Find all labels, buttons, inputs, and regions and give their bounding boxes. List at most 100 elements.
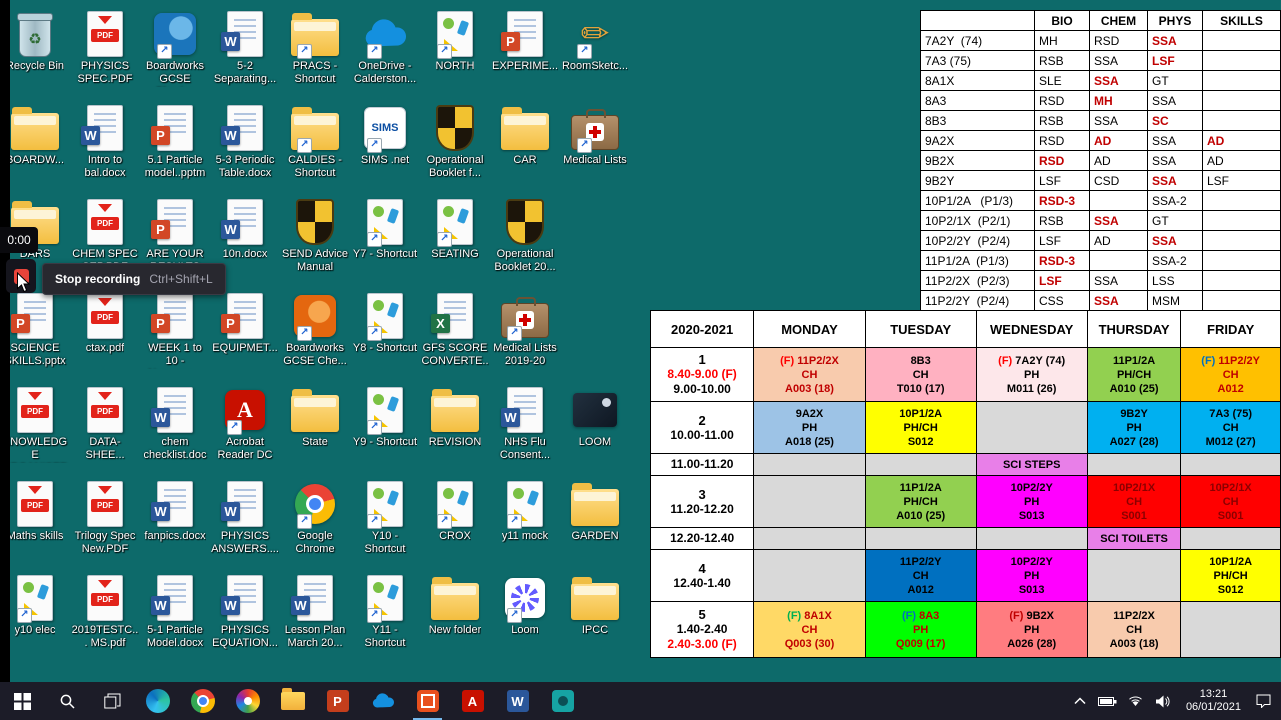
desktop-icon-y9-shortcut[interactable]: ↗ Y9 - Shortcut	[350, 384, 420, 478]
allocation-row-10p1-2a-p1-3: 10P1/2A (P1/3) RSD-3 SSA-2	[920, 190, 1281, 211]
desktop-icon-pracs-shortcut[interactable]: ↗ PRACS - Shortcut	[280, 8, 350, 102]
desktop-icon-label: REVISION	[428, 436, 482, 448]
desktop-icon-revision[interactable]: REVISION	[420, 384, 490, 478]
desktop-icon-state[interactable]: State	[280, 384, 350, 478]
taskbar-clock[interactable]: 13:21 06/01/2021	[1180, 688, 1247, 714]
notebook-icon: ↗	[11, 574, 59, 623]
desktop-icon-y11-mock[interactable]: ↗ y11 mock	[490, 478, 560, 572]
desktop-icon-y7-shortcut[interactable]: ↗ Y7 - Shortcut	[350, 196, 420, 290]
desktop-icon-chem-checklist-docx[interactable]: Wchem checklist.docx	[140, 384, 210, 478]
desktop-icon-boardw[interactable]: BOARDW...	[0, 102, 70, 196]
desktop-icon-medical-lists[interactable]: ↗ Medical Lists	[560, 102, 630, 196]
desktop-icon-y10-shortcut[interactable]: ↗ Y10 - Shortcut	[350, 478, 420, 572]
desktop-icon-data-shee[interactable]: PDF DATA-SHEE...	[70, 384, 140, 478]
desktop-icon-ipcc[interactable]: IPCC	[560, 572, 630, 666]
desktop-icon-2019testc-ms-pdf[interactable]: PDF 2019TESTC... MS.pdf	[70, 572, 140, 666]
desktop-icon-crox[interactable]: ↗ CROX	[420, 478, 490, 572]
desktop-icon-intro-to-bal-docx[interactable]: W Intro to bal.docx	[70, 102, 140, 196]
desktop-icon-y11-shortcut[interactable]: ↗ Y11 - Shortcut	[350, 572, 420, 666]
desktop-icon-roomsketc[interactable]: ✏ ↗ RoomSketc...	[560, 8, 630, 102]
desktop-icon-car[interactable]: CAR	[490, 102, 560, 196]
desktop-icon-maths-skills[interactable]: PDF Maths skills	[0, 478, 70, 572]
pdf-icon: PDF	[81, 574, 129, 622]
desktop-icon-operational-booklet-20[interactable]: Operational Booklet 20...	[490, 196, 560, 290]
desktop-icon-loom[interactable]: ↗ Loom	[490, 572, 560, 666]
shortcut-arrow-icon: ↗	[367, 420, 382, 435]
desktop-icon-physics-spec-pdf[interactable]: PDF PHYSICS SPEC.PDF	[70, 8, 140, 102]
desktop-icon-y8-shortcut[interactable]: ↗ Y8 - Shortcut	[350, 290, 420, 384]
desktop-icon-5-1-particle-model-pptm[interactable]: P 5.1 Particle model..pptm	[140, 102, 210, 196]
screen-recorder-app[interactable]	[405, 682, 450, 720]
chrome-app[interactable]	[180, 682, 225, 720]
timetable-cell-thursday-row1: 11P1/2A PH/CH A010 (25)	[1086, 347, 1182, 402]
edge-app[interactable]	[135, 682, 180, 720]
desktop-icon-5-3-periodic-table-docx[interactable]: W 5-3 Periodic Table.docx	[210, 102, 280, 196]
timetable-day-header-monday: MONDAY	[753, 310, 866, 348]
onedrive-app[interactable]	[360, 682, 405, 720]
desktop-icon-5-2-separating[interactable]: W 5-2 Separating...	[210, 8, 280, 102]
desktop-icon-boardworks-gcse-che[interactable]: ↗ Boardworks GCSE Che...	[280, 290, 350, 384]
desktop-icon-week-1-to-10-numerac[interactable]: PWEEK 1 to 10 - Numerac...	[140, 290, 210, 384]
palette-app[interactable]	[225, 682, 270, 720]
action-center[interactable]	[1251, 682, 1275, 720]
desktop-icon-lesson-plan-march-20[interactable]: W Lesson Plan March 20...	[280, 572, 350, 666]
media-tool-app[interactable]	[540, 682, 585, 720]
desktop-icon-experime[interactable]: P EXPERIME...	[490, 8, 560, 102]
desktop-icon-sims-net[interactable]: SIMS ↗ SIMS .net	[350, 102, 420, 196]
start-button[interactable]	[0, 682, 45, 720]
desktop-icon-label: Medical Lists 2019-20	[493, 342, 557, 367]
network-indicator[interactable]	[1124, 682, 1148, 720]
desktop-icon-y10-elec[interactable]: ↗ y10 elec	[0, 572, 70, 666]
desktop-icon-new-folder[interactable]: New folder	[420, 572, 490, 666]
desktop-icon-fanpics-docx[interactable]: Wfanpics.docx	[140, 478, 210, 572]
desktop-icon-seating[interactable]: ↗ SEATING	[420, 196, 490, 290]
allocation-header-row: BIO CHEM PHYS SKILLS	[920, 10, 1281, 31]
search-button[interactable]	[45, 682, 90, 720]
desktop-icon-acrobat-reader-dc[interactable]: A ↗ Acrobat Reader DC	[210, 384, 280, 478]
volume-indicator[interactable]	[1152, 682, 1176, 720]
tray-expand[interactable]	[1068, 682, 1092, 720]
file-explorer-app[interactable]	[270, 682, 315, 720]
desktop-icon-loom[interactable]: LOOM	[560, 384, 630, 478]
desktop-icon-north[interactable]: ↗ NORTH	[420, 8, 490, 102]
desktop-icon-operational-booklet-f[interactable]: Operational Booklet f...	[420, 102, 490, 196]
desktop-icon-label: Y7 - Shortcut	[352, 248, 418, 260]
battery-indicator[interactable]	[1096, 682, 1120, 720]
acrobat-app[interactable]: A	[450, 682, 495, 720]
desktop-icon-equipmet[interactable]: P EQUIPMET...	[210, 290, 280, 384]
desktop-icon-boardworks-gcse-physics[interactable]: ↗Boardworks GCSE Physics	[140, 8, 210, 102]
desktop-icon-send-advice-manual[interactable]: SEND Advice Manual	[280, 196, 350, 290]
powerpoint-app[interactable]: P	[315, 682, 360, 720]
desktop-icon-physics-equation[interactable]: W PHYSICS EQUATION...	[210, 572, 280, 666]
desktop-icon-physics-answers[interactable]: W PHYSICS ANSWERS....	[210, 478, 280, 572]
desktop-icon-medical-lists-2019-20[interactable]: ↗ Medical Lists 2019-20	[490, 290, 560, 384]
timetable-cell-thursday-row4: 10P2/1X CH S001	[1086, 475, 1182, 528]
desktop-icon-recycle-bin[interactable]: ♻ Recycle Bin	[0, 8, 70, 102]
task-view-button[interactable]	[90, 682, 135, 720]
word-icon: W	[221, 104, 269, 152]
desktop-icon-google-chrome[interactable]: ↗ Google Chrome	[280, 478, 350, 572]
desktop-icon-gfs-score-converte[interactable]: XGFS SCORE CONVERTE...	[420, 290, 490, 384]
desktop-icon-label: 5-3 Periodic Table.docx	[215, 154, 275, 179]
desktop-icon-label: PHYSICS ANSWERS....	[211, 530, 279, 555]
desktop-icon-5-1-particle-model-docx[interactable]: W 5-1 Particle Model.docx	[140, 572, 210, 666]
allocation-row-8b3: 8B3 RSB SSA SC	[920, 110, 1281, 131]
timetable-period-row-1: 1 8.40-9.00 (F) 9.00-10.00 (F) 11P2/2X CH A00…	[649, 347, 1281, 402]
taskbar-apps: P AW	[0, 682, 585, 720]
desktop-icon-knowledge-organiser[interactable]: PDFKNOWLEDGE ORGANISER	[0, 384, 70, 478]
desktop-icon-science-skills-pptx[interactable]: P SCIENCE SKILLS.pptx	[0, 290, 70, 384]
desktop-icon-garden[interactable]: GARDEN	[560, 478, 630, 572]
allocation-cell: RSD	[1034, 90, 1090, 111]
tooltip-title: Stop recording	[55, 272, 141, 286]
folder-icon	[11, 104, 59, 152]
desktop-icon-onedrive-calderston[interactable]: ↗ OneDrive - Calderston...	[350, 8, 420, 102]
desktop-icon-label: EQUIPMET...	[212, 342, 278, 354]
desktop-icon-label: LOOM	[578, 436, 612, 448]
word-app[interactable]: W	[495, 682, 540, 720]
desktop-icon-nhs-flu-consent[interactable]: W NHS Flu Consent...	[490, 384, 560, 478]
desktop-icon-ctax-pdf[interactable]: PDF ctax.pdf	[70, 290, 140, 384]
timetable-time-cell: 2 10.00-11.00	[649, 401, 755, 454]
desktop-icon-trilogy-spec-new-pdf[interactable]: PDF Trilogy Spec New.PDF	[70, 478, 140, 572]
ppt-icon: P	[151, 198, 199, 246]
desktop-icon-caldies-shortcut[interactable]: ↗ CALDIES - Shortcut	[280, 102, 350, 196]
